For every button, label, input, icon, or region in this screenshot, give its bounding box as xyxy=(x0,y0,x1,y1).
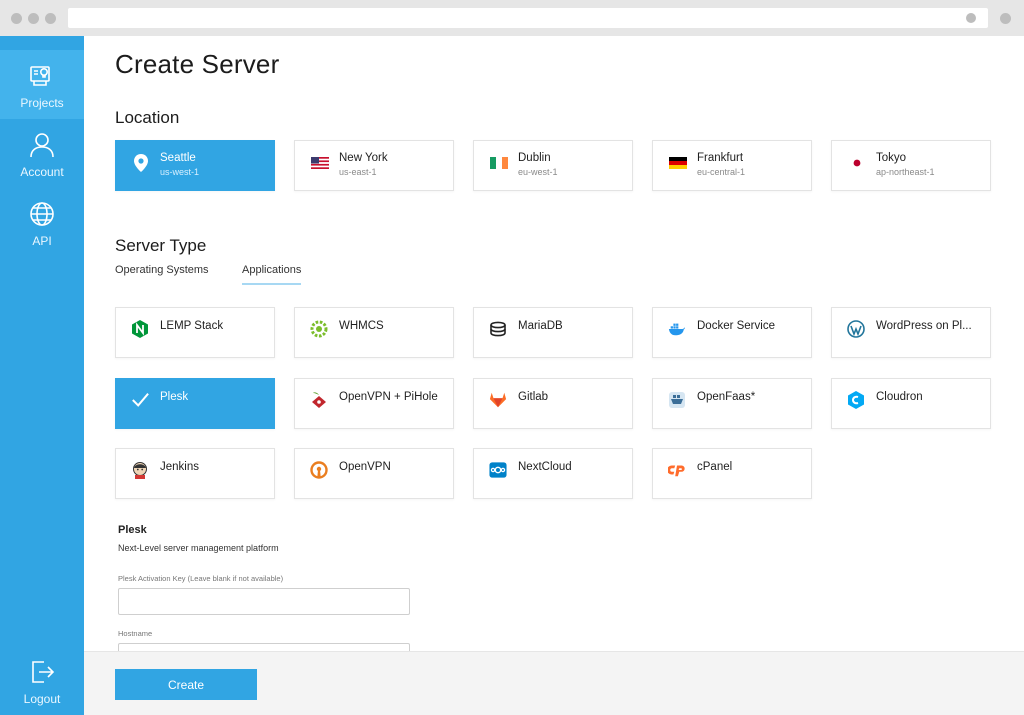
mariadb-icon xyxy=(489,320,507,338)
activation-key-input[interactable] xyxy=(118,588,410,615)
app-name: Jenkins xyxy=(160,461,199,473)
nginx-icon xyxy=(131,320,149,338)
docker-icon xyxy=(668,320,686,338)
create-button[interactable]: Create xyxy=(115,669,257,700)
app-name: OpenVPN xyxy=(339,461,391,473)
app-name: Gitlab xyxy=(518,391,549,403)
location-card-new-york[interactable]: New York us-east-1 xyxy=(294,140,454,191)
app-card-mariadb[interactable]: MariaDB xyxy=(473,307,633,358)
app-card-openvpn[interactable]: OpenVPN xyxy=(294,448,454,499)
user-icon xyxy=(30,133,54,158)
location-card-frankfurt[interactable]: Frankfurt eu-central-1 xyxy=(652,140,812,191)
location-name: Seattle xyxy=(160,152,196,164)
sidebar-item-label: Logout xyxy=(23,692,61,706)
projects-icon xyxy=(30,66,50,86)
jenkins-icon xyxy=(131,461,149,479)
location-code: eu-central-1 xyxy=(697,167,746,177)
cloudron-icon xyxy=(847,391,865,409)
openvpn-icon xyxy=(310,461,328,479)
location-name: Dublin xyxy=(518,152,551,164)
app-card-cloudron[interactable]: Cloudron xyxy=(831,378,991,429)
location-card-dublin[interactable]: Dublin eu-west-1 xyxy=(473,140,633,191)
selected-app-title: Plesk xyxy=(118,524,147,536)
sidebar-item-logout[interactable]: Logout xyxy=(0,646,84,715)
server-type-heading: Server Type xyxy=(115,236,207,255)
location-card-seattle[interactable]: Seattle us-west-1 xyxy=(115,140,275,191)
app-name: Docker Service xyxy=(697,320,775,332)
map-pin-icon xyxy=(132,154,150,172)
app-card-whmcs[interactable]: WHMCS xyxy=(294,307,454,358)
main-content: Create Server Location Seattle us-west-1… xyxy=(84,36,1024,651)
us-flag-icon xyxy=(311,154,329,172)
app-card-wordpress[interactable]: WordPress on Pl... xyxy=(831,307,991,358)
wordpress-icon xyxy=(847,320,865,338)
window-close-dot[interactable] xyxy=(11,13,22,24)
app-name: WordPress on Pl... xyxy=(876,320,972,332)
location-code: us-east-1 xyxy=(339,167,377,177)
ireland-flag-icon xyxy=(490,154,508,172)
location-name: New York xyxy=(339,152,388,164)
location-name: Tokyo xyxy=(876,152,907,164)
app-name: Cloudron xyxy=(876,391,923,403)
tab-applications[interactable]: Applications xyxy=(242,264,302,285)
app-card-cpanel[interactable]: cPanel xyxy=(652,448,812,499)
activation-key-label: Plesk Activation Key (Leave blank if not… xyxy=(118,574,284,583)
window-controls xyxy=(11,13,56,24)
location-name: Frankfurt xyxy=(697,152,744,164)
location-heading: Location xyxy=(115,108,180,127)
check-icon xyxy=(131,391,149,409)
app-card-docker-service[interactable]: Docker Service xyxy=(652,307,812,358)
app-card-openvpn-pihole[interactable]: OpenVPN + PiHole xyxy=(294,378,454,429)
app-card-openfaas[interactable]: OpenFaas* xyxy=(652,378,812,429)
address-bar-dot xyxy=(966,13,976,23)
app-name: MariaDB xyxy=(518,320,563,332)
sidebar: Projects Account API Logout xyxy=(0,36,84,715)
nextcloud-icon xyxy=(489,461,507,479)
sidebar-item-label: Account xyxy=(20,165,64,179)
app-card-gitlab[interactable]: Gitlab xyxy=(473,378,633,429)
sidebar-item-api[interactable]: API xyxy=(0,188,84,257)
germany-flag-icon xyxy=(669,154,687,172)
sidebar-item-account[interactable]: Account xyxy=(0,119,84,188)
app-card-nextcloud[interactable]: NextCloud xyxy=(473,448,633,499)
app-name: OpenFaas* xyxy=(697,391,756,403)
japan-flag-icon xyxy=(848,154,866,172)
selected-app-description: Next-Level server management platform xyxy=(118,543,279,553)
hostname-input[interactable] xyxy=(118,643,410,651)
browser-menu-dot[interactable] xyxy=(1000,13,1011,24)
browser-chrome xyxy=(0,0,1024,36)
address-bar[interactable] xyxy=(68,8,988,28)
app-name: WHMCS xyxy=(339,320,384,332)
app-name: cPanel xyxy=(697,461,733,473)
tab-operating-systems[interactable]: Operating Systems xyxy=(115,264,209,283)
whmcs-icon xyxy=(310,320,328,338)
app-card-plesk[interactable]: Plesk xyxy=(115,378,275,429)
location-card-tokyo[interactable]: Tokyo ap-northeast-1 xyxy=(831,140,991,191)
globe-icon xyxy=(30,202,54,226)
app-name: OpenVPN + PiHole xyxy=(339,391,438,403)
page-title: Create Server xyxy=(115,49,280,79)
gitlab-icon xyxy=(489,391,507,409)
sidebar-item-label: API xyxy=(32,234,52,248)
location-code: us-west-1 xyxy=(160,167,200,177)
app-name: Plesk xyxy=(160,391,189,403)
sidebar-item-label: Projects xyxy=(20,96,64,110)
cpanel-icon xyxy=(668,461,686,479)
app-card-lemp-stack[interactable]: LEMP Stack xyxy=(115,307,275,358)
sidebar-item-projects[interactable]: Projects xyxy=(0,50,84,119)
location-code: eu-west-1 xyxy=(518,167,558,177)
window-minimize-dot[interactable] xyxy=(28,13,39,24)
pihole-icon xyxy=(310,391,328,409)
location-code: ap-northeast-1 xyxy=(876,167,935,177)
app-card-jenkins[interactable]: Jenkins xyxy=(115,448,275,499)
logout-icon xyxy=(32,661,55,683)
hostname-label: Hostname xyxy=(118,629,153,638)
app-name: NextCloud xyxy=(518,461,572,473)
footer-bar: Create xyxy=(84,651,1024,715)
app-name: LEMP Stack xyxy=(160,320,224,332)
window-maximize-dot[interactable] xyxy=(45,13,56,24)
openfaas-icon xyxy=(668,391,686,409)
